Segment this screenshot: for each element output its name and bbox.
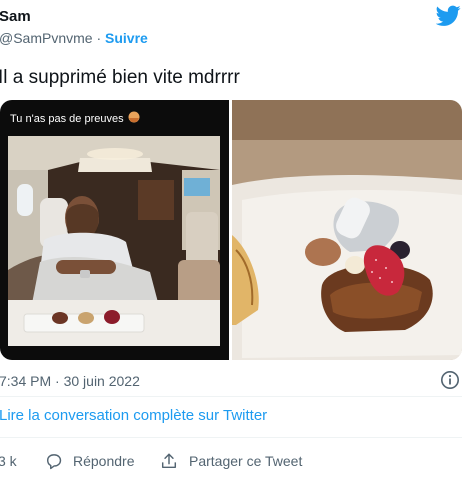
like-count-label: 3 k [0, 453, 17, 469]
pie-emoji-icon [128, 111, 140, 123]
share-icon [161, 453, 177, 469]
media-left-photo[interactable]: Tu n'as pas de preuves [0, 100, 229, 360]
tweet-text: Il a supprimé bien vite mdrrrr [0, 67, 240, 88]
tweet-timestamp[interactable]: 7:34 PM · 30 juin 2022 [0, 372, 140, 390]
handle-separator: · [92, 30, 106, 46]
tweet-header: Sam @SamPvnvme · Suivre [0, 0, 465, 52]
left-photo-caption: Tu n'as pas de preuves [10, 113, 124, 125]
reply-icon [46, 454, 62, 470]
follow-button[interactable]: Suivre [105, 30, 148, 46]
author-handle[interactable]: @SamPvnvme [0, 30, 93, 46]
info-icon[interactable] [440, 370, 460, 390]
tweet-media[interactable]: Tu n'as pas de preuves [0, 100, 462, 360]
author-name[interactable]: Sam [0, 8, 31, 26]
author-handle-line: @SamPvnvme · Suivre [0, 29, 148, 47]
media-right-photo[interactable] [232, 100, 462, 360]
reply-label: Répondre [73, 453, 135, 469]
share-label: Partager ce Tweet [189, 453, 303, 469]
twitter-bird-icon[interactable] [436, 5, 461, 27]
separator [0, 437, 462, 438]
read-conversation-link[interactable]: Lire la conversation complète sur Twitte… [0, 407, 267, 425]
separator [0, 396, 462, 397]
tweet-actions: 3 k Répondre Partager ce Tweet [0, 451, 465, 471]
